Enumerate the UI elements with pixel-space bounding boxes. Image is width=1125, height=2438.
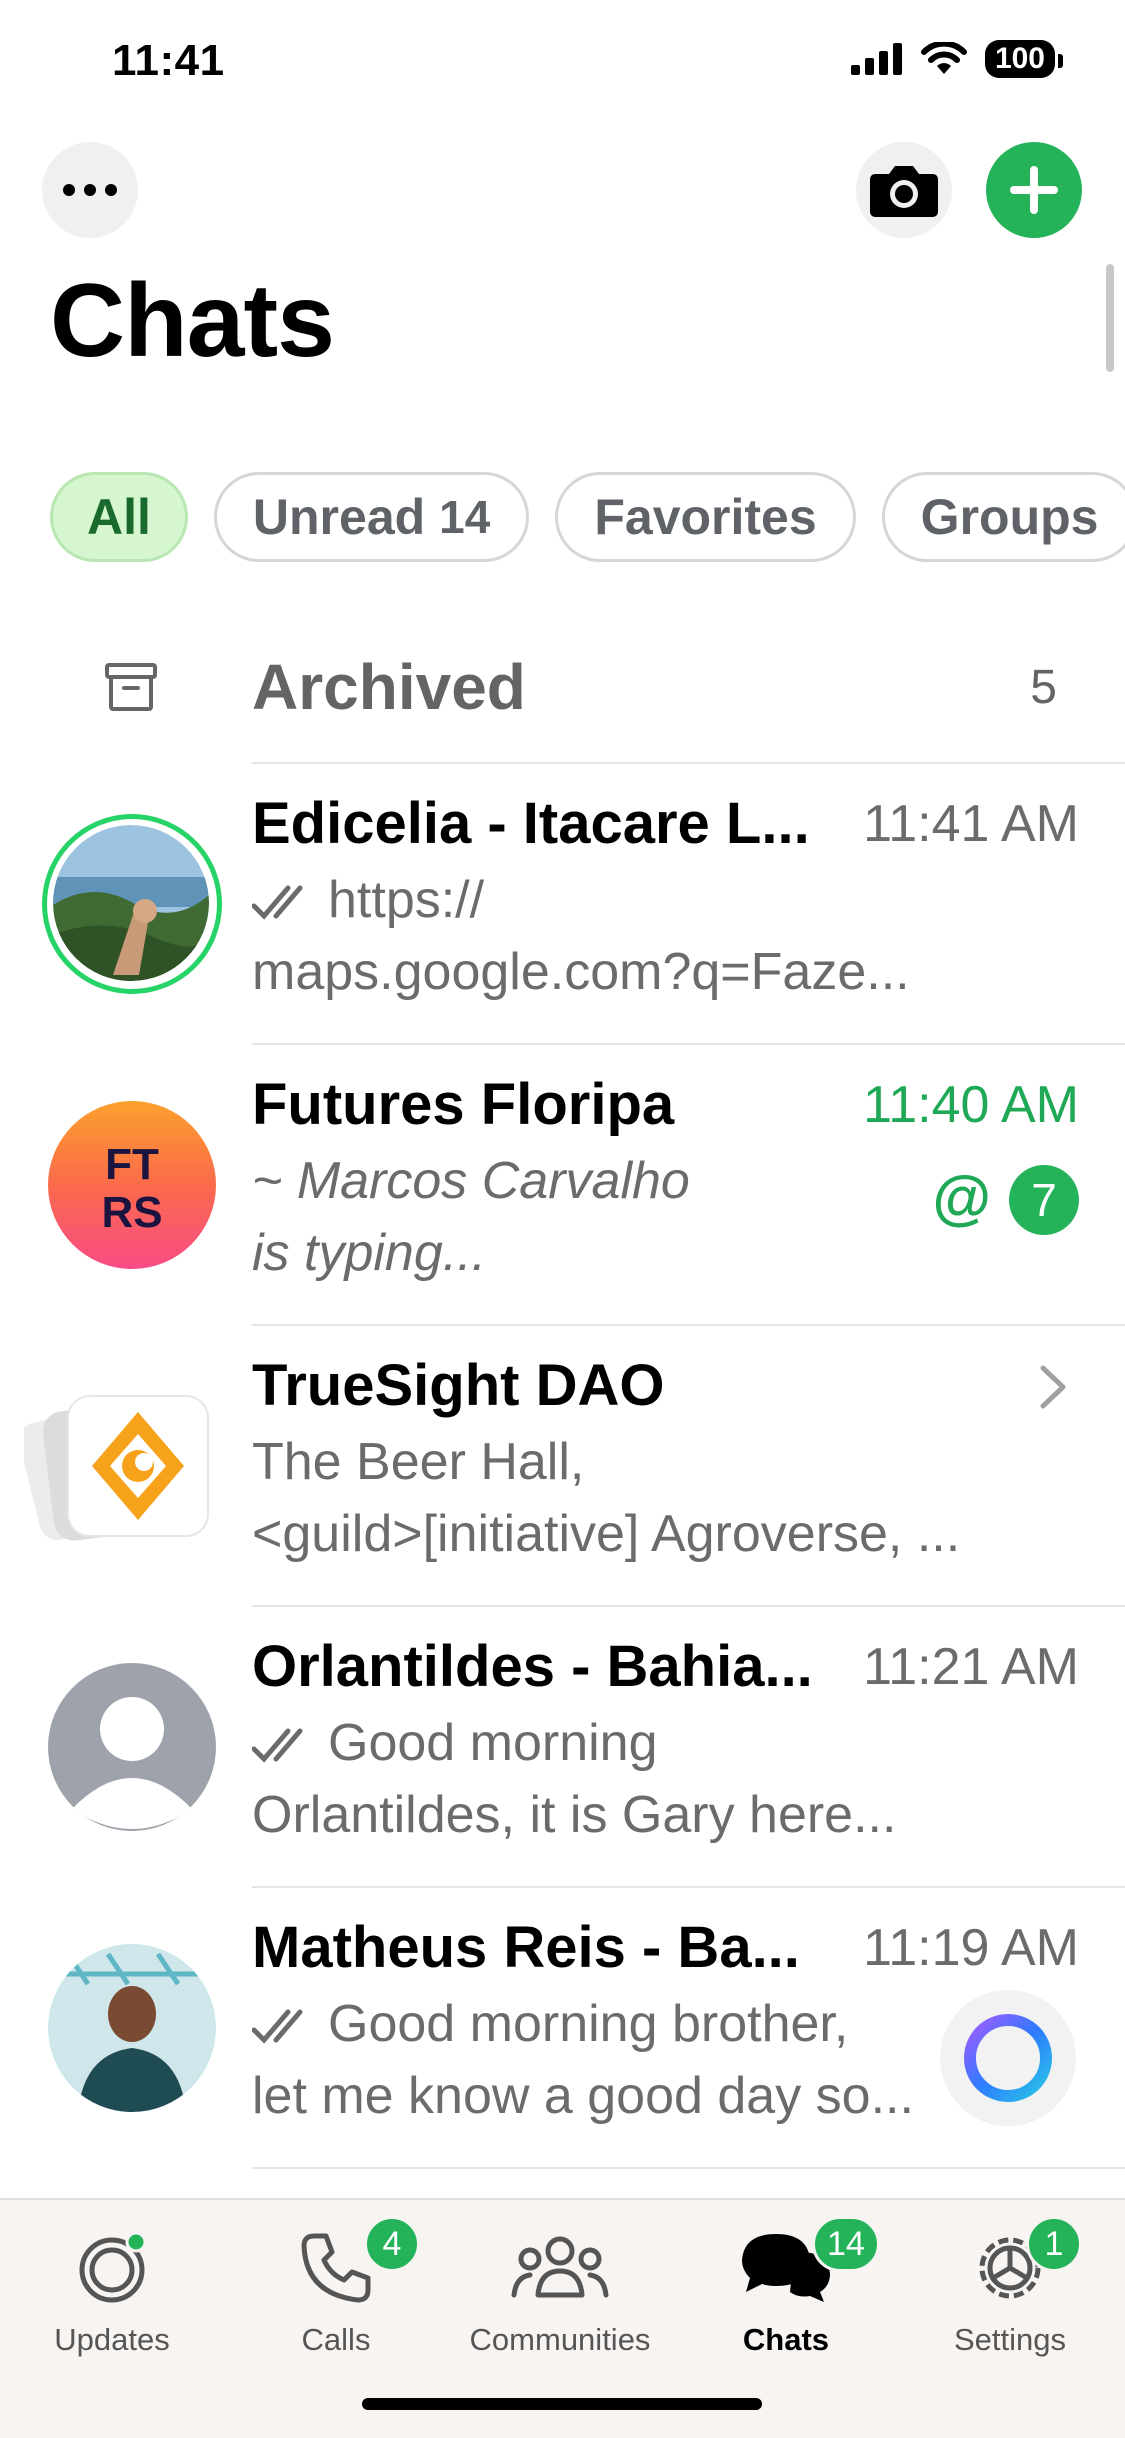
tab-updates[interactable]: Updates <box>12 2220 212 2358</box>
chat-row-truesight-dao[interactable]: TrueSight DAO The Beer Hall, <guild>[ini… <box>0 1326 1125 1606</box>
avatar-photo <box>48 1952 216 2112</box>
avatar <box>48 1663 216 1831</box>
avatar <box>42 814 222 994</box>
status-icons: 100 <box>850 40 1064 78</box>
scroll-indicator[interactable] <box>1106 264 1114 372</box>
chevron-right-icon <box>1040 1365 1066 1409</box>
divider <box>252 2167 1125 2169</box>
preview-line-1: Good morning brother, <box>328 1995 849 2053</box>
filter-unread[interactable]: Unread 14 <box>213 472 530 562</box>
filter-label: Unread <box>252 489 426 545</box>
svg-text:FT: FT <box>105 1140 159 1189</box>
more-icon <box>63 184 117 196</box>
new-chat-button[interactable] <box>986 142 1082 238</box>
tab-bar: Updates 4 Calls Communities 14 Chats 1 S… <box>0 2198 1125 2438</box>
chat-preview: The Beer Hall, <guild>[initiative] Agrov… <box>252 1426 1082 1570</box>
avatar-photo <box>53 825 209 981</box>
filter-groups[interactable]: Groups <box>881 472 1125 562</box>
preview-line-2: <guild>[initiative] Agroverse, ... <box>252 1505 961 1563</box>
chat-preview: Good morning brother, let me know a good… <box>252 1988 942 2132</box>
preview-line-2: Orlantildes, it is Gary here... <box>252 1786 897 1844</box>
filter-label: Favorites <box>594 489 817 545</box>
community-avatar-stack <box>18 1395 209 1541</box>
tab-chats[interactable]: 14 Chats <box>686 2216 886 2358</box>
unread-badge: 7 <box>1009 1165 1079 1235</box>
preview-line-1: https:// <box>328 871 485 929</box>
tab-label: Updates <box>54 2322 170 2357</box>
default-avatar-icon <box>72 1697 192 1829</box>
preview-line-1: Good morning <box>328 1714 658 1772</box>
chat-row-orlantildes[interactable]: Orlantildes - Bahia... 11:21 AM Good mor… <box>0 1607 1125 1887</box>
chat-row-futures-floripa[interactable]: FT RS Futures Floripa 11:40 AM ~ Marcos … <box>0 1045 1125 1325</box>
avatar <box>48 1944 216 2112</box>
archived-label: Archived <box>252 651 526 723</box>
page-title: Chats <box>50 263 335 379</box>
svg-text:RS: RS <box>101 1188 162 1235</box>
tab-badge: 14 <box>812 2216 880 2272</box>
chat-preview: Good morning Orlantildes, it is Gary her… <box>252 1707 1082 1851</box>
communities-icon <box>511 2236 609 2298</box>
chat-name: Edicelia - Itacare L... <box>252 791 810 856</box>
status-time: 11:41 <box>112 36 225 85</box>
filter-label: Groups <box>920 489 1099 545</box>
chat-name: Orlantildes - Bahia... <box>252 1634 813 1699</box>
tab-label: Chats <box>742 2322 830 2357</box>
filter-chips: All Unread 14 Favorites Groups <box>50 472 1125 562</box>
ftrs-logo: FT RS <box>101 1140 162 1235</box>
more-options-button[interactable] <box>42 142 138 238</box>
signal-icon <box>850 43 902 75</box>
meta-ai-icon <box>964 2014 1052 2102</box>
tab-settings[interactable]: 1 Settings <box>910 2216 1110 2358</box>
tab-communities[interactable]: Communities <box>460 2220 660 2358</box>
wifi-icon <box>920 42 967 74</box>
double-check-icon <box>252 885 303 920</box>
filter-all[interactable]: All <box>50 472 188 562</box>
chat-name: Futures Floripa <box>252 1072 675 1137</box>
preview-line-1: ~ Marcos Carvalho <box>252 1152 690 1210</box>
tab-label: Calls <box>301 2322 371 2357</box>
tab-badge: 4 <box>364 2216 420 2272</box>
archived-count: 5 <box>1030 661 1057 714</box>
chat-name: TrueSight DAO <box>252 1353 665 1418</box>
chat-preview: https:// maps.google.com?q=Faze... <box>252 864 1082 1008</box>
chat-time: 11:19 AM <box>863 1919 1079 1977</box>
filter-count: 14 <box>439 491 491 543</box>
chat-name: Matheus Reis - Ba... <box>252 1915 800 1980</box>
tab-label: Settings <box>953 2322 1066 2357</box>
filter-label: All <box>87 489 151 545</box>
preview-line-2: maps.google.com?q=Faze... <box>252 943 910 1001</box>
preview-line-2: is typing... <box>252 1224 487 1282</box>
chat-time: 11:41 AM <box>863 795 1079 853</box>
chat-time: 11:40 AM <box>863 1076 1079 1134</box>
avatar: FT RS <box>48 1101 216 1269</box>
preview-line-2: let me know a good day so... <box>252 2067 914 2125</box>
camera-button[interactable] <box>856 142 952 238</box>
chat-preview: ~ Marcos Carvalho is typing... <box>252 1145 812 1289</box>
archived-row[interactable]: Archived 5 <box>0 640 1125 762</box>
avatar <box>18 1382 224 1550</box>
plus-icon <box>1010 166 1058 214</box>
tab-label: Communities <box>469 2322 651 2357</box>
preview-line-1: The Beer Hall, <box>252 1433 585 1491</box>
calls-icon <box>301 2233 371 2303</box>
mention-indicator: @ <box>932 1164 991 1231</box>
chat-time: 11:21 AM <box>863 1638 1079 1696</box>
tab-calls[interactable]: 4 Calls <box>236 2216 436 2358</box>
tab-badge: 1 <box>1026 2216 1082 2272</box>
home-indicator[interactable] <box>362 2398 762 2410</box>
archive-icon <box>105 663 157 711</box>
camera-icon <box>870 166 938 217</box>
double-check-icon <box>252 1728 303 1763</box>
chat-row-edicelia[interactable]: Edicelia - Itacare L... 11:41 AM https:/… <box>0 764 1125 1044</box>
updates-icon <box>79 2231 147 2303</box>
battery-indicator: 100 <box>984 40 1064 78</box>
meta-ai-button[interactable] <box>940 1990 1076 2126</box>
double-check-icon <box>252 2009 303 2044</box>
filter-favorites[interactable]: Favorites <box>555 472 856 562</box>
